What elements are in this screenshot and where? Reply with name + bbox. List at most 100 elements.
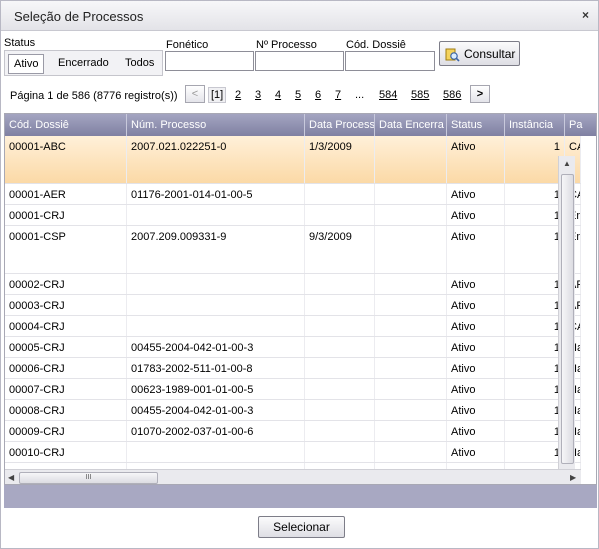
cell-instancia: 1 (505, 400, 565, 420)
cell-data-enc (375, 400, 447, 420)
page-link-4[interactable]: 4 (275, 89, 281, 101)
cell-processo (127, 205, 305, 225)
table-row[interactable]: 00005-CRJ00455-2004-042-01-00-3Ativo1Ha (5, 337, 581, 358)
status-label: Status (4, 37, 36, 49)
scroll-left-icon[interactable]: ◀ (8, 473, 14, 482)
cell-status: Ativo (447, 400, 505, 420)
cell-processo (127, 442, 305, 462)
next-page-button[interactable]: > (470, 85, 490, 103)
page-link-7[interactable]: 7 (335, 89, 341, 101)
consultar-button[interactable]: Consultar (439, 41, 520, 66)
page-link-586[interactable]: 586 (443, 89, 461, 101)
cell-status: Ativo (447, 442, 505, 462)
cell-status: Ativo (447, 184, 505, 204)
cell-instancia: 1 (505, 421, 565, 441)
cell-data-enc (375, 226, 447, 273)
cell-processo (127, 274, 305, 294)
selecionar-button[interactable]: Selecionar (258, 516, 345, 538)
cell-dossie: 00009-CRJ (5, 421, 127, 441)
page-info: Página 1 de 586 (8776 registro(s)) (10, 90, 178, 102)
search-icon (445, 48, 460, 62)
dossie-input[interactable] (345, 51, 435, 71)
cell-instancia: 1 (505, 274, 565, 294)
col-header-data-processo[interactable]: Data Process (305, 114, 375, 136)
cell-dossie: 00001-AER (5, 184, 127, 204)
pager: Página 1 de 586 (8776 registro(s)) < [1]… (1, 81, 598, 111)
prev-page-button[interactable]: < (185, 85, 205, 103)
cell-data-enc (375, 205, 447, 225)
col-header-pa[interactable]: Pa (565, 114, 596, 136)
scroll-up-icon[interactable]: ▲ (563, 159, 571, 168)
table-row[interactable]: 00004-CRJAtivo1CA (5, 316, 581, 337)
page-link-584[interactable]: 584 (379, 89, 397, 101)
col-header-instancia[interactable]: Instância (505, 114, 565, 136)
page-link-3[interactable]: 3 (255, 89, 261, 101)
cell-data-enc (375, 274, 447, 294)
col-header-status[interactable]: Status (447, 114, 505, 136)
page-link-2[interactable]: 2 (235, 89, 241, 101)
cell-dossie: 00004-CRJ (5, 316, 127, 336)
process-selection-dialog: Seleção de Processos × Status Ativo Ence… (0, 0, 599, 549)
status-tab-todos[interactable]: Todos (120, 54, 159, 74)
table-row[interactable]: 00001-CSP 2007.209.009331-9 9/3/2009 Ativo 1… (5, 226, 581, 274)
cell-processo: 2007.021.022251-0 (127, 136, 305, 183)
fonetico-input[interactable] (165, 51, 254, 71)
page-link-585[interactable]: 585 (411, 89, 429, 101)
cell-data-proc (305, 274, 375, 294)
cell-status: Ativo (447, 337, 505, 357)
cell-status: Ativo (447, 136, 505, 183)
vertical-scroll-thumb[interactable] (561, 174, 574, 464)
cell-instancia: 1 (505, 205, 565, 225)
table-row[interactable]: 00001-ABC 2007.021.022251-0 1/3/2009 Ativo 1… (5, 136, 581, 184)
grid-footer-band (4, 485, 597, 508)
cell-data-proc (305, 400, 375, 420)
table-row[interactable]: 00006-CRJ01783-2002-511-01-00-8Ativo1Ha (5, 358, 581, 379)
cell-status: Ativo (447, 316, 505, 336)
cell-status: Ativo (447, 205, 505, 225)
close-icon[interactable]: × (582, 8, 589, 22)
horizontal-scrollbar[interactable]: ◀ III ▶ (5, 469, 581, 484)
cell-status: Ativo (447, 226, 505, 273)
page-link-5[interactable]: 5 (295, 89, 301, 101)
cell-dossie: 00001-ABC (5, 136, 127, 183)
table-row[interactable]: 00009-CRJ01070-2002-037-01-00-6Ativo1Ha (5, 421, 581, 442)
table-row[interactable]: 00008-CRJ00455-2004-042-01-00-3Ativo1Ha (5, 400, 581, 421)
cell-status: Ativo (447, 358, 505, 378)
table-row[interactable]: 00010-CRJAtivo1Ha (5, 442, 581, 463)
cell-data-proc (305, 358, 375, 378)
col-header-processo[interactable]: Núm. Processo (127, 114, 305, 136)
table-row[interactable]: 00001-AER01176-2001-014-01-00-5Ativo1CA (5, 184, 581, 205)
cell-dossie: 00007-CRJ (5, 379, 127, 399)
cell-instancia: 1 (505, 295, 565, 315)
table-row[interactable]: 00003-CRJAtivo1AP (5, 295, 581, 316)
dialog-title: Seleção de Processos (14, 9, 144, 24)
col-header-dossie[interactable]: Cód. Dossiê (5, 114, 127, 136)
title-bar: Seleção de Processos × (1, 1, 598, 31)
nprocesso-input[interactable] (255, 51, 344, 71)
table-row[interactable]: 00007-CRJ00623-1989-001-01-00-5Ativo1Ha (5, 379, 581, 400)
cell-processo: 00455-2004-042-01-00-3 (127, 400, 305, 420)
status-tab-encerrado[interactable]: Encerrado (53, 54, 114, 74)
cell-data-enc (375, 295, 447, 315)
cell-dossie: 00010-CRJ (5, 442, 127, 462)
vertical-scrollbar[interactable]: ▲ ▼ (558, 156, 575, 483)
table-row[interactable]: 00002-CRJAtivo1AP (5, 274, 581, 295)
cell-instancia: 1 (505, 358, 565, 378)
status-tab-ativo[interactable]: Ativo (8, 54, 45, 74)
scroll-right-icon[interactable]: ▶ (570, 473, 576, 482)
cell-processo: 01070-2002-037-01-00-6 (127, 421, 305, 441)
cell-dossie: 00006-CRJ (5, 358, 127, 378)
cell-processo (127, 316, 305, 336)
cell-data-enc (375, 184, 447, 204)
cell-instancia: 1 (505, 379, 565, 399)
consultar-label: Consultar (464, 47, 516, 61)
status-filter: Ativo Encerrado Todos (4, 50, 163, 76)
cell-status: Ativo (447, 295, 505, 315)
current-page: [1] (208, 87, 227, 103)
col-header-data-encerramento[interactable]: Data Encerra (375, 114, 447, 136)
page-link-6[interactable]: 6 (315, 89, 321, 101)
cell-status: Ativo (447, 421, 505, 441)
cell-processo: 01783-2002-511-01-00-8 (127, 358, 305, 378)
table-row[interactable]: 00001-CRJAtivo1Em (5, 205, 581, 226)
horizontal-scroll-thumb[interactable]: III (19, 472, 158, 484)
